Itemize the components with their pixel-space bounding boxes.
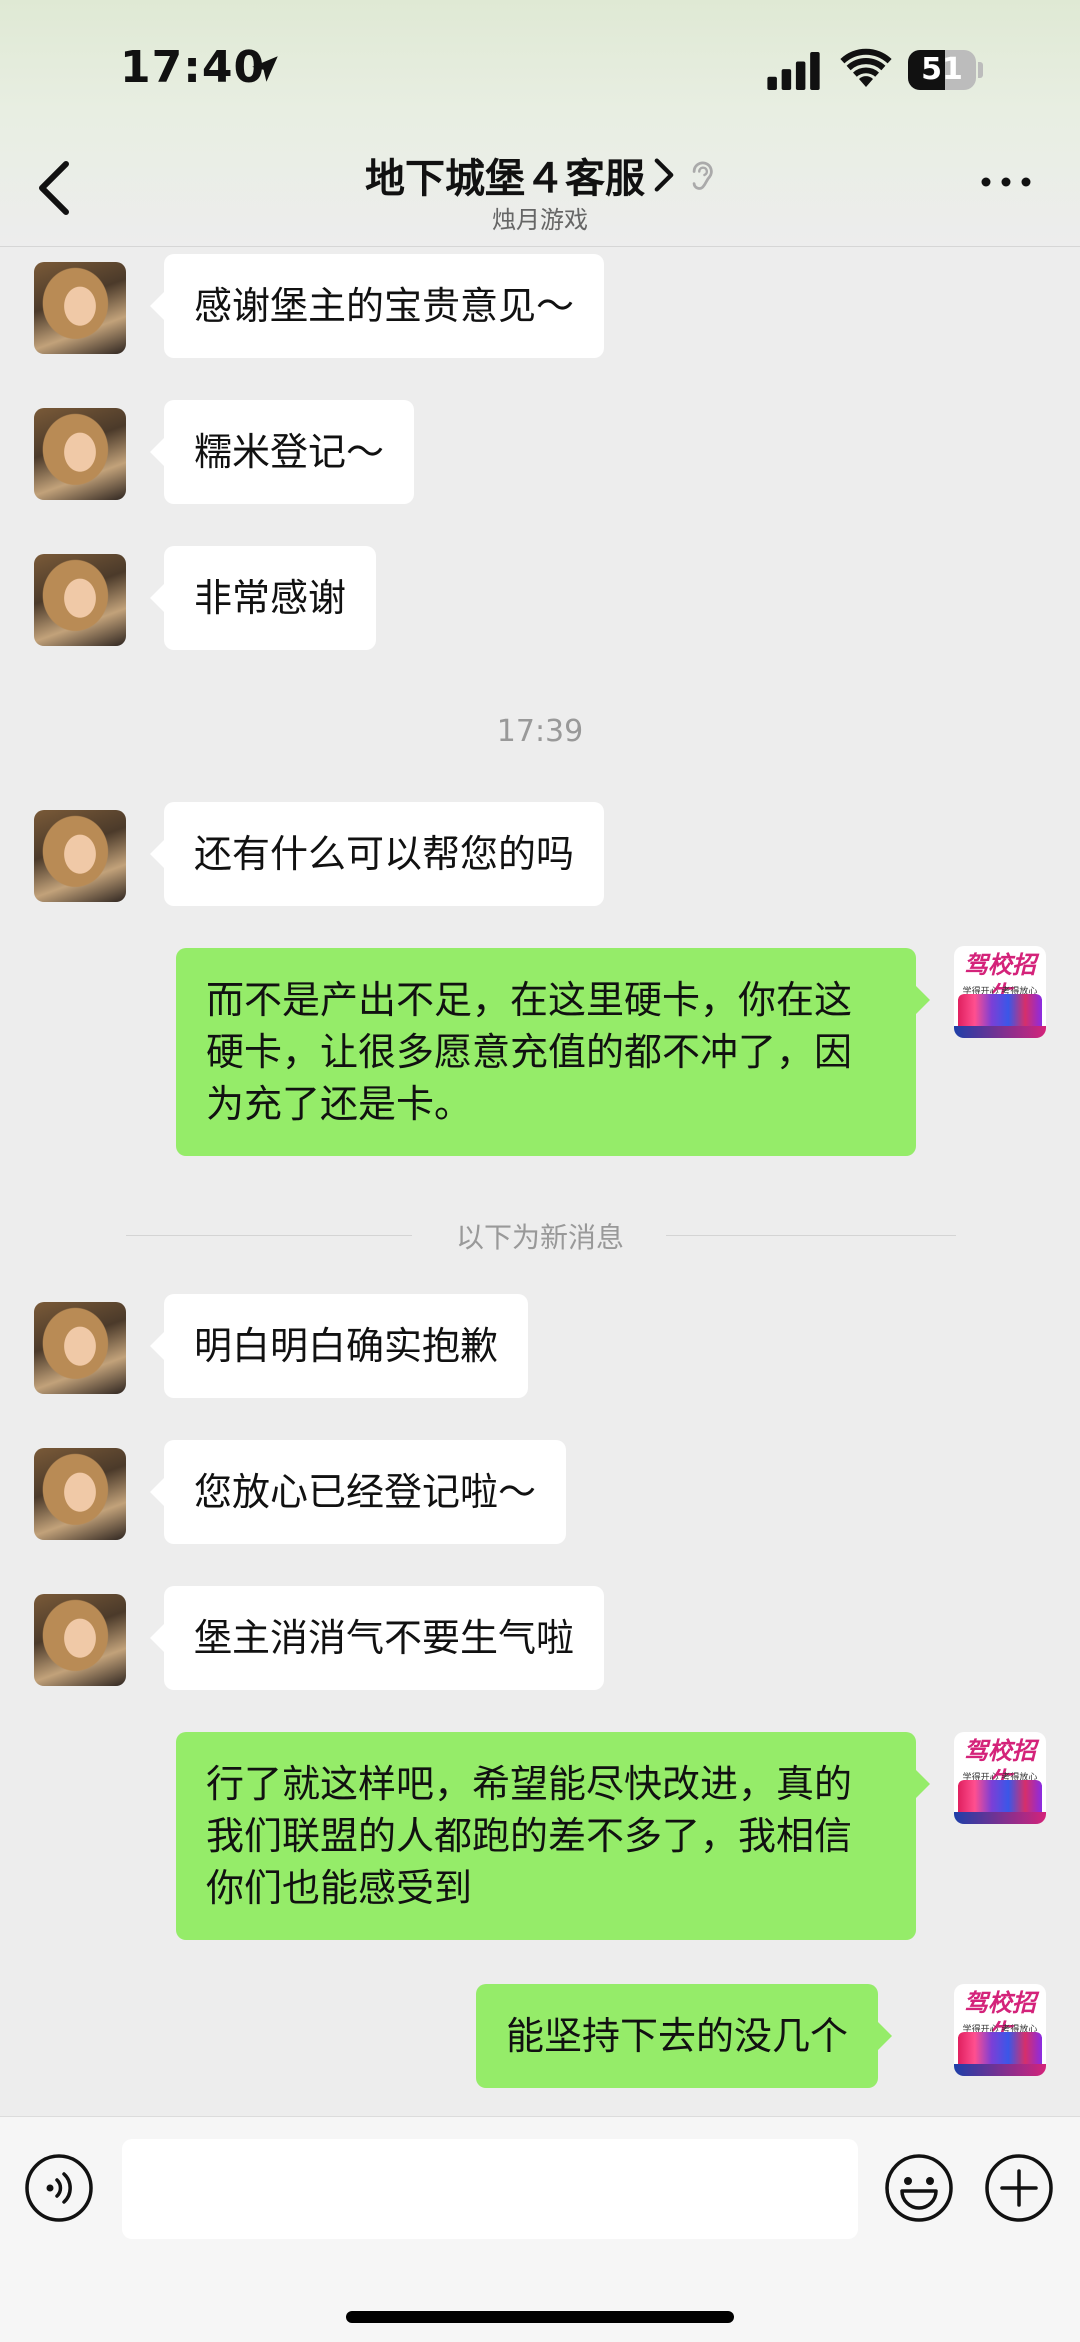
message-bubble[interactable]: 明白明白确实抱歉 [149,1294,529,1398]
top-bar: 17:40 51 地下城堡４客服 烛月游戏 [0,0,1080,247]
message-bubble[interactable]: 您放心已经登记啦～ [149,1440,567,1544]
more-icon[interactable] [978,172,1034,192]
message-bubble[interactable]: 糯米登记～ [149,400,415,504]
ear-icon [692,161,713,190]
chat-title: 地下城堡４客服 [365,156,645,202]
message-bubble[interactable]: 还有什么可以帮您的吗 [149,802,605,906]
avatar-ad-title: 驾校招生 [964,1989,1036,2047]
self-avatar[interactable]: 驾校招生 学得开心 考得放心 [954,946,1046,1038]
divider-line-right [666,1235,956,1236]
contact-avatar[interactable] [34,408,126,500]
battery-level: 51 [921,52,963,87]
signal-icon [767,52,820,90]
message-bubble[interactable]: 能坚持下去的没几个 [476,1984,893,2088]
message-timestamp: 17:39 [496,714,584,749]
contact-avatar[interactable] [34,554,126,646]
contact-avatar[interactable] [34,1594,126,1686]
emoji-icon[interactable] [884,2153,954,2223]
avatar-ad-title: 驾校招生 [964,951,1036,1009]
contact-avatar[interactable] [34,1448,126,1540]
wifi-icon [840,48,892,87]
self-avatar[interactable]: 驾校招生 学得开心 考得放心 [954,1732,1046,1824]
contact-avatar[interactable] [34,262,126,354]
message-input[interactable] [122,2139,858,2239]
voice-icon[interactable] [24,2153,94,2223]
battery-tip [978,62,983,78]
message-bubble[interactable]: 感谢堡主的宝贵意见～ [149,254,605,358]
message-bubble[interactable]: 而不是产出不足，在这里硬卡，你在这硬卡，让很多愿意充值的都不冲了，因为充了还是卡… [176,948,930,1156]
battery-icon: 51 [908,50,976,90]
contact-avatar[interactable] [34,1302,126,1394]
avatar-ad-title: 驾校招生 [964,1737,1036,1795]
contact-avatar[interactable] [34,810,126,902]
status-time: 17:40 [120,42,266,93]
chat-title-area[interactable]: 地下城堡４客服 [0,146,1080,204]
message-bubble[interactable]: 堡主消消气不要生气啦 [149,1586,605,1690]
home-indicator[interactable] [346,2311,734,2323]
message-bubble[interactable]: 行了就这样吧，希望能尽快改进，真的我们联盟的人都跑的差不多了，我相信你们也能感受… [176,1732,930,1940]
chat-subtitle: 烛月游戏 [492,206,588,234]
chevron-right-icon [654,158,674,192]
new-messages-divider: 以下为新消息 [455,1221,624,1254]
message-bubble[interactable]: 非常感谢 [149,546,377,650]
location-arrow-icon [252,56,278,82]
plus-icon[interactable] [984,2153,1054,2223]
input-bar [0,2116,1080,2342]
self-avatar[interactable]: 驾校招生 学得开心 考得放心 [954,1984,1046,2076]
